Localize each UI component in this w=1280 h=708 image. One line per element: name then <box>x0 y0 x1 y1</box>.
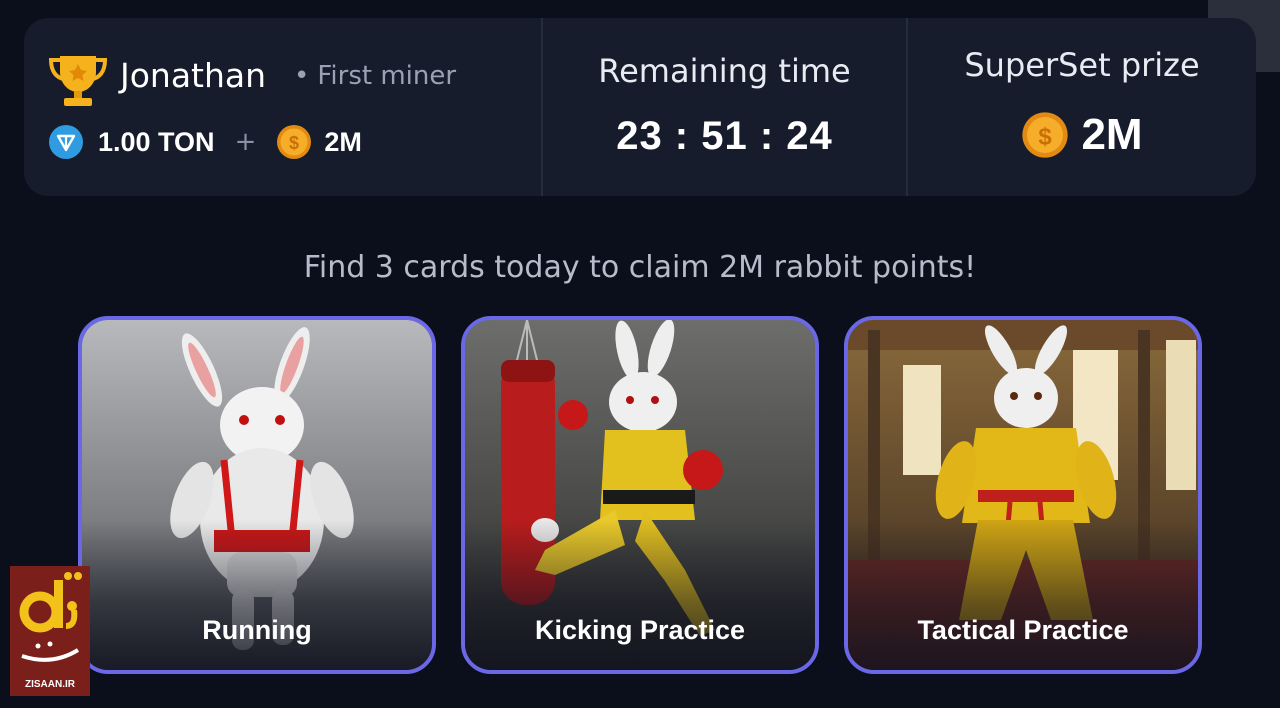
card-title: Tactical Practice <box>917 615 1129 645</box>
reward-coin-amount: 2M <box>324 126 362 157</box>
trophy-icon <box>48 56 108 106</box>
info-panel: Jonathan • First miner 1.00 TON + $ 2M R… <box>24 18 1256 196</box>
card-tactical-practice[interactable]: Tactical Practice <box>844 316 1202 674</box>
coin-icon: $ <box>1022 112 1069 158</box>
zisaan-watermark-logo: ZISAAN.IR <box>10 566 90 696</box>
card-shade <box>848 520 1198 670</box>
plus-sign: + <box>234 127 257 157</box>
card-shade <box>82 520 432 670</box>
ton-icon <box>49 125 83 159</box>
prize-value: 2M <box>1081 110 1143 159</box>
card-running[interactable]: Running <box>78 316 436 674</box>
card-title: Running <box>202 615 312 645</box>
user-name: Jonathan <box>120 56 267 95</box>
prize-row: $ 2M <box>908 110 1256 160</box>
card-kicking-practice[interactable]: Kicking Practice <box>461 316 819 674</box>
user-rank: • First miner <box>294 61 456 91</box>
svg-text:$: $ <box>289 133 299 153</box>
superset-screen: Jonathan • First miner 1.00 TON + $ 2M R… <box>0 0 1280 708</box>
timer-section: Remaining time 23 : 51 : 24 <box>541 18 906 196</box>
reward-ton-amount: 1.00 TON <box>98 126 215 157</box>
prize-heading: SuperSet prize <box>964 46 1200 84</box>
timer-heading: Remaining time <box>598 52 851 90</box>
watermark-domain: ZISAAN.IR <box>25 679 75 690</box>
bullet-dot: • <box>294 61 310 91</box>
reward-row: 1.00 TON + $ 2M <box>48 122 362 162</box>
card-shade <box>465 520 815 670</box>
coin-icon: $ <box>277 125 312 159</box>
instruction-text: Find 3 cards today to claim 2M rabbit po… <box>303 250 977 285</box>
svg-text:$: $ <box>1039 123 1053 150</box>
prize-section: SuperSet prize $ 2M <box>906 18 1256 196</box>
user-section: Jonathan • First miner 1.00 TON + $ 2M <box>24 18 541 196</box>
user-rank-label: First miner <box>317 61 457 91</box>
countdown-timer: 23 : 51 : 24 <box>616 114 833 158</box>
zisaan-logo-mark <box>19 572 82 662</box>
card-title: Kicking Practice <box>534 615 746 645</box>
